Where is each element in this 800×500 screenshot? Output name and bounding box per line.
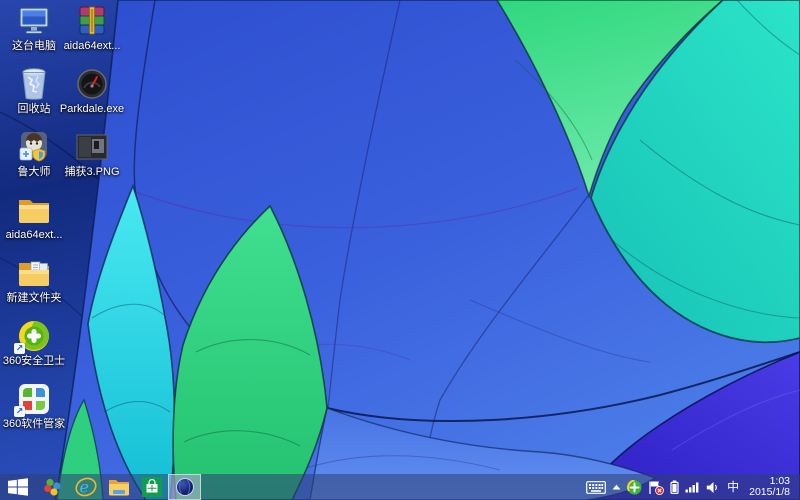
image-file-icon <box>76 134 108 160</box>
desktop-icon-parkdale[interactable]: Parkdale.exe <box>59 67 125 130</box>
desktop-icon-360-safe[interactable]: ↗ 360安全卫士 <box>2 319 66 382</box>
folder-with-files-icon <box>19 261 49 286</box>
winrar-archive-icon <box>79 6 105 35</box>
desktop-icon-label: Parkdale.exe <box>59 103 125 115</box>
desktop-icon-folder-aida64[interactable]: aida64ext... <box>4 193 64 256</box>
shortcut-arrow-icon: ↗ <box>14 343 25 354</box>
desktop-icon-label: aida64ext... <box>63 40 121 52</box>
ime-text: 中 <box>727 480 740 494</box>
desktop-icon-label: 捕获3.PNG <box>64 166 120 178</box>
recycle-bin-icon <box>22 68 46 100</box>
shortcut-arrow-icon: ↗ <box>14 406 25 417</box>
desktop-icon-360-software-manager[interactable]: ↗ 360软件管家 <box>2 382 66 445</box>
taskbar-button-360-pinwheel[interactable] <box>36 474 69 500</box>
desktop: 这台电脑 回收站 鲁大师 aida64ext... 新建文件夹 ↗ 360安全卫… <box>0 0 800 500</box>
ime-indicator[interactable]: 中 <box>722 474 744 500</box>
battery-icon[interactable] <box>667 474 682 500</box>
network-signal-icon[interactable] <box>682 474 703 500</box>
file-explorer-icon <box>108 480 129 496</box>
360-pinwheel-icon <box>44 478 61 496</box>
tray-clock[interactable]: 1:03 2015/1/8 <box>744 476 796 498</box>
desktop-icon-label: 新建文件夹 <box>6 292 62 304</box>
desktop-icon-ludashi[interactable]: 鲁大师 <box>4 130 64 193</box>
desktop-icon-winrar-aida64[interactable]: aida64ext... <box>62 4 122 67</box>
desktop-icon-this-pc[interactable]: 这台电脑 <box>4 4 64 67</box>
system-tray: 中 1:03 2015/1/8 <box>583 474 800 500</box>
start-button[interactable] <box>0 474 36 500</box>
desktop-icon-label: 360软件管家 <box>2 418 66 430</box>
aida64-globe-icon <box>175 478 194 496</box>
action-center-flag-alert-icon[interactable] <box>645 474 667 500</box>
desktop-icon-label: aida64ext... <box>5 229 63 241</box>
360-tray-icon[interactable] <box>624 474 645 500</box>
desktop-icon-new-folder[interactable]: 新建文件夹 <box>4 256 64 319</box>
desktop-icon-recycle-bin[interactable]: 回收站 <box>4 67 64 130</box>
desktop-icon-label: 回收站 <box>17 103 51 115</box>
taskbar: e 中 1:03 2015/1/8 <box>0 474 800 500</box>
desktop-icon-capture-png[interactable]: 捕获3.PNG <box>62 130 122 193</box>
chevron-up-icon[interactable] <box>609 474 624 500</box>
svg-text:e: e <box>79 478 88 497</box>
desktop-icon-label: 360安全卫士 <box>2 355 66 367</box>
windows-store-icon <box>141 477 162 497</box>
desktop-icon-label: 鲁大师 <box>17 166 51 178</box>
ludashi-icon <box>19 132 47 162</box>
internet-explorer-icon: e <box>74 478 97 497</box>
desktop-icon-label: 这台电脑 <box>12 40 56 52</box>
clock-date: 2015/1/8 <box>749 486 790 498</box>
folder-icon <box>19 200 49 223</box>
taskbar-button-file-explorer[interactable] <box>102 474 135 500</box>
gauge-icon <box>77 69 107 99</box>
touch-keyboard-icon[interactable] <box>583 474 609 500</box>
start-windows-logo-icon <box>8 478 28 496</box>
this-pc-icon <box>19 7 49 34</box>
volume-icon[interactable] <box>703 474 722 500</box>
taskbar-button-internet-explorer[interactable]: e <box>69 474 102 500</box>
taskbar-button-windows-store[interactable] <box>135 474 168 500</box>
taskbar-button-aida64-active[interactable] <box>168 474 201 500</box>
